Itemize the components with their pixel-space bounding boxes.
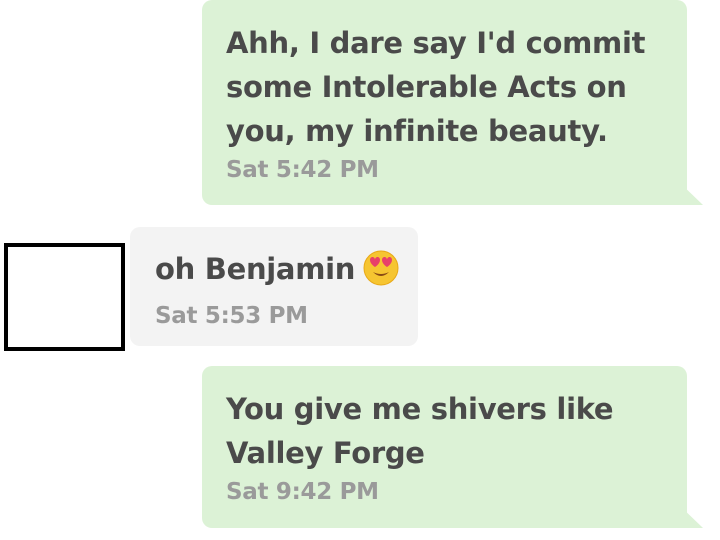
message-text: You give me shivers like Valley Forge bbox=[226, 387, 667, 475]
heart-eyes-emoji-icon bbox=[361, 247, 401, 299]
message-line: Ahh, I dare say I'd commit bbox=[226, 26, 646, 60]
outgoing-message-bubble[interactable]: You give me shivers like Valley Forge Sa… bbox=[202, 366, 687, 528]
incoming-message-bubble[interactable]: oh Benjamin Sat 5:53 PM bbox=[130, 227, 418, 346]
outgoing-message-bubble[interactable]: Ahh, I dare say I'd commit some Intolera… bbox=[202, 0, 687, 205]
message-text: Ahh, I dare say I'd commit some Intolera… bbox=[226, 21, 667, 153]
avatar bbox=[4, 243, 125, 351]
message-text: oh Benjamin bbox=[155, 247, 408, 299]
message-line: you, my infinite beauty. bbox=[226, 114, 608, 148]
message-timestamp: Sat 5:42 PM bbox=[226, 157, 379, 183]
bubble-tail bbox=[677, 180, 703, 205]
message-timestamp: Sat 5:53 PM bbox=[155, 303, 308, 329]
bubble-tail bbox=[677, 503, 703, 528]
message-line: You give me shivers like bbox=[226, 392, 614, 426]
message-line: some Intolerable Acts on bbox=[226, 70, 627, 104]
message-timestamp: Sat 9:42 PM bbox=[226, 479, 379, 505]
message-line: Valley Forge bbox=[226, 436, 425, 470]
message-line: oh Benjamin bbox=[155, 252, 356, 286]
chat-thread: Ahh, I dare say I'd commit some Intolera… bbox=[0, 0, 720, 540]
